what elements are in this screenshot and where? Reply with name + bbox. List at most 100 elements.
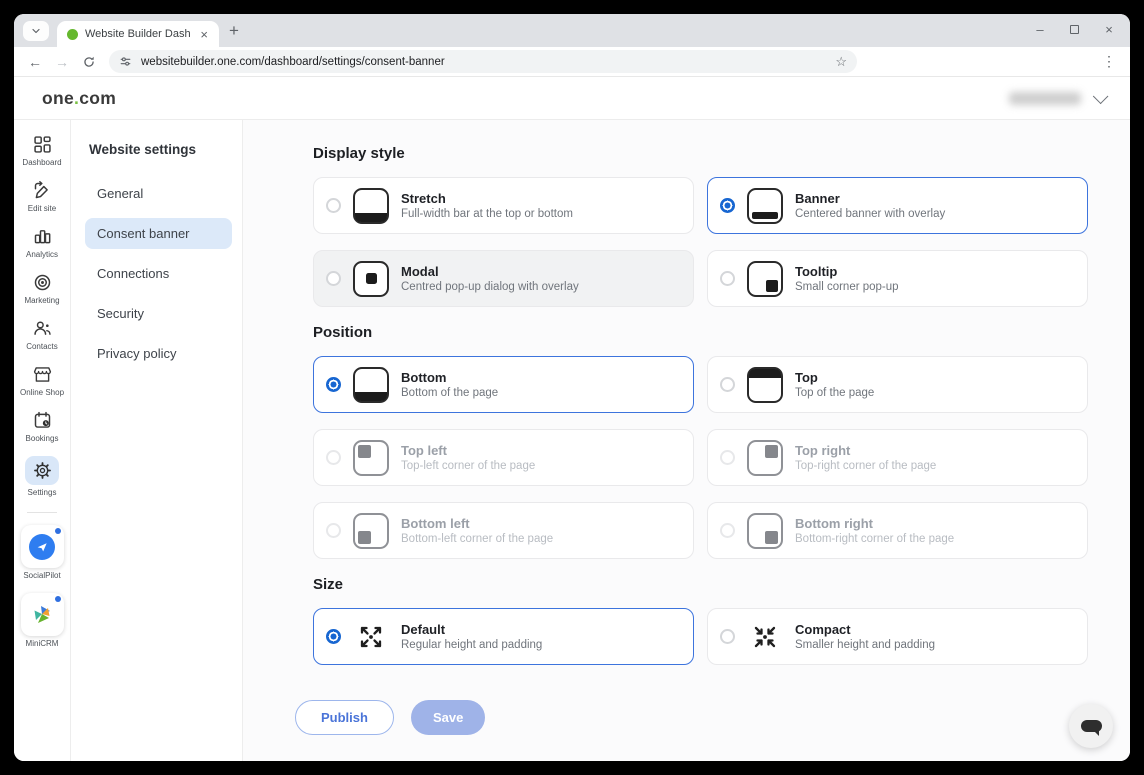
section-title-size: Size bbox=[313, 576, 1088, 593]
analytics-icon bbox=[32, 226, 53, 247]
online-shop-icon bbox=[32, 364, 53, 385]
option-title: Default bbox=[401, 622, 542, 637]
radio-bottom[interactable] bbox=[326, 377, 341, 392]
option-card-top[interactable]: TopTop of the page bbox=[707, 356, 1088, 413]
bookmark-star-icon[interactable]: ☆ bbox=[835, 54, 847, 70]
radio-top-right bbox=[720, 450, 735, 465]
banner-style-icon bbox=[747, 188, 783, 224]
chevron-down-icon bbox=[1093, 88, 1109, 104]
nav-dashboard[interactable]: Dashboard bbox=[14, 134, 70, 167]
maximize-icon[interactable] bbox=[1070, 25, 1079, 34]
option-title: Modal bbox=[401, 264, 579, 279]
browser-window: Website Builder Dashboard × + – × ← → we… bbox=[14, 14, 1130, 761]
option-description: Top-right corner of the page bbox=[795, 460, 936, 472]
bottom-position-icon bbox=[353, 367, 389, 403]
nav-analytics[interactable]: Analytics bbox=[14, 226, 70, 259]
tab-close-icon[interactable]: × bbox=[197, 27, 211, 42]
consent-banner-settings: Display style StretchFull-width bar at t… bbox=[243, 120, 1130, 761]
chevron-down-icon bbox=[30, 25, 42, 37]
radio-top[interactable] bbox=[720, 377, 735, 392]
option-card-tooltip[interactable]: Tooltip Small corner pop-up bbox=[707, 250, 1088, 307]
radio-modal[interactable] bbox=[326, 271, 341, 286]
nav-minicrm[interactable]: MiniCRM bbox=[14, 593, 70, 648]
submenu-item-consent-banner[interactable]: Consent banner bbox=[85, 218, 232, 249]
minimize-icon[interactable]: – bbox=[1033, 23, 1047, 36]
tab-search-button[interactable] bbox=[23, 21, 49, 41]
submenu-item-general[interactable]: General bbox=[85, 178, 232, 209]
edit-site-icon bbox=[32, 180, 53, 201]
radio-banner[interactable] bbox=[720, 198, 735, 213]
dashboard-icon bbox=[32, 134, 53, 155]
socialpilot-logo bbox=[29, 534, 55, 560]
footer-actions: Publish Save bbox=[295, 700, 1088, 735]
option-title: Compact bbox=[795, 622, 935, 637]
forward-icon[interactable]: → bbox=[55, 55, 69, 69]
submenu-item-privacy-policy[interactable]: Privacy policy bbox=[85, 338, 232, 369]
radio-top-left bbox=[326, 450, 341, 465]
nav-contacts[interactable]: Contacts bbox=[14, 318, 70, 351]
url-text[interactable]: websitebuilder.one.com/dashboard/setting… bbox=[141, 56, 826, 68]
option-title: Bottom bbox=[401, 370, 498, 385]
option-description: Full-width bar at the top or bottom bbox=[401, 208, 573, 220]
site-info-icon[interactable] bbox=[119, 55, 132, 68]
option-title: Top right bbox=[795, 443, 936, 458]
active-nav-highlight bbox=[25, 456, 59, 485]
option-card-banner[interactable]: BannerCentered banner with overlay bbox=[707, 177, 1088, 234]
nav-socialpilot[interactable]: SocialPilot bbox=[14, 525, 70, 580]
top-position-icon bbox=[747, 367, 783, 403]
nav-edit-site[interactable]: Edit site bbox=[14, 180, 70, 213]
radio-compact[interactable] bbox=[720, 629, 735, 644]
option-description: Centred pop-up dialog with overlay bbox=[401, 281, 579, 293]
browser-menu-icon[interactable]: ⋮ bbox=[1102, 53, 1120, 70]
nav-bookings[interactable]: Bookings bbox=[14, 410, 70, 443]
submenu-item-security[interactable]: Security bbox=[85, 298, 232, 329]
browser-toolbar: ← → websitebuilder.one.com/dashboard/set… bbox=[14, 47, 1130, 77]
rail-divider bbox=[27, 512, 57, 513]
radio-tooltip[interactable] bbox=[720, 271, 735, 286]
socialpilot-card[interactable] bbox=[21, 525, 64, 568]
option-card-modal[interactable]: Modal Centred pop-up dialog with overlay bbox=[313, 250, 694, 307]
option-description: Small corner pop-up bbox=[795, 281, 899, 293]
nav-marketing[interactable]: Marketing bbox=[14, 272, 70, 305]
account-menu[interactable] bbox=[1009, 92, 1104, 105]
contacts-icon bbox=[32, 318, 53, 339]
option-title: Tooltip bbox=[795, 264, 899, 279]
stretch-style-icon bbox=[353, 188, 389, 224]
top-left-position-icon bbox=[353, 440, 389, 476]
submenu-item-connections[interactable]: Connections bbox=[85, 258, 232, 289]
close-window-icon[interactable]: × bbox=[1102, 23, 1116, 36]
radio-stretch[interactable] bbox=[326, 198, 341, 213]
minicrm-card[interactable] bbox=[21, 593, 64, 636]
option-card-stretch[interactable]: StretchFull-width bar at the top or bott… bbox=[313, 177, 694, 234]
option-card-default[interactable]: DefaultRegular height and padding bbox=[313, 608, 694, 665]
chat-widget-button[interactable] bbox=[1069, 704, 1113, 748]
settings-gear-icon bbox=[33, 461, 52, 480]
option-card-compact[interactable]: CompactSmaller height and padding bbox=[707, 608, 1088, 665]
option-card-top-right: Top right Top-right corner of the page bbox=[707, 429, 1088, 486]
display-style-options: StretchFull-width bar at the top or bott… bbox=[313, 177, 1088, 307]
reload-icon[interactable] bbox=[82, 55, 96, 69]
nav-settings[interactable]: Settings bbox=[14, 456, 70, 497]
primary-nav-rail: Dashboard Edit site Analytics Marketing … bbox=[14, 120, 71, 761]
option-title: Top left bbox=[401, 443, 535, 458]
settings-submenu: Website settings General Consent banner … bbox=[71, 120, 243, 761]
marketing-icon bbox=[32, 272, 53, 293]
url-bar[interactable]: websitebuilder.one.com/dashboard/setting… bbox=[109, 50, 857, 73]
option-description: Top of the page bbox=[795, 387, 874, 399]
browser-tab[interactable]: Website Builder Dashboard × bbox=[57, 21, 219, 47]
option-card-top-left: Top leftTop-left corner of the page bbox=[313, 429, 694, 486]
new-tab-button[interactable]: + bbox=[229, 22, 239, 39]
size-options: DefaultRegular height and padding Compac… bbox=[313, 608, 1088, 665]
save-button[interactable]: Save bbox=[411, 700, 485, 735]
radio-default[interactable] bbox=[326, 629, 341, 644]
nav-online-shop[interactable]: Online Shop bbox=[14, 364, 70, 397]
option-title: Bottom left bbox=[401, 516, 553, 531]
radio-bottom-right bbox=[720, 523, 735, 538]
option-description: Bottom of the page bbox=[401, 387, 498, 399]
option-title: Bottom right bbox=[795, 516, 954, 531]
back-icon[interactable]: ← bbox=[28, 55, 42, 69]
option-card-bottom[interactable]: Bottom Bottom of the page bbox=[313, 356, 694, 413]
expand-size-icon bbox=[357, 625, 385, 649]
publish-button[interactable]: Publish bbox=[295, 700, 394, 735]
collapse-size-icon bbox=[751, 625, 779, 649]
